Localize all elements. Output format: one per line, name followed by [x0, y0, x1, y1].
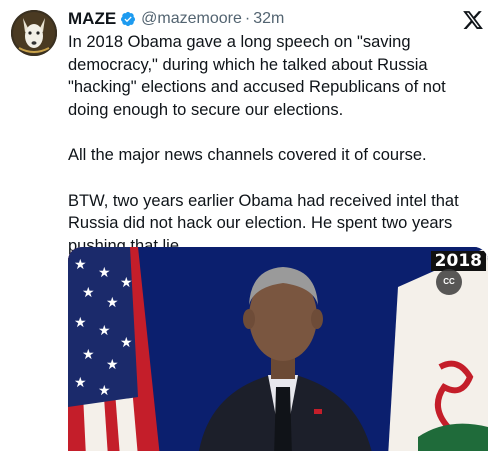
svg-text:★: ★ — [82, 347, 95, 363]
separator-dot: · — [244, 10, 251, 27]
svg-text:★: ★ — [74, 315, 87, 331]
author-handle[interactable]: @mazemoore — [141, 10, 242, 28]
tweet-paragraph: In 2018 Obama gave a long speech on "sav… — [68, 33, 451, 119]
svg-text:★: ★ — [98, 265, 111, 281]
tweet-text: In 2018 Obama gave a long speech on "sav… — [68, 31, 488, 280]
svg-text:★: ★ — [120, 335, 133, 351]
closed-captions-button[interactable]: CC — [436, 269, 462, 295]
author-avatar[interactable] — [11, 10, 57, 56]
tweet-timestamp[interactable]: 32m — [253, 10, 284, 28]
video-thumbnail: ★ ★★ ★★ ★ ★★ ★★ ★ ★ — [68, 247, 488, 451]
author-display-name[interactable]: MAZE — [68, 9, 116, 29]
dog-face-avatar-icon — [11, 10, 57, 56]
year-badge: 2018 — [430, 251, 486, 271]
tweet-video[interactable]: ★ ★ ★ ★ ★ ★ ★ ★ ★ ★ ★ ★ 2018 CC — [68, 247, 488, 451]
svg-text:★: ★ — [98, 383, 111, 399]
svg-text:★: ★ — [74, 257, 87, 273]
verified-badge-icon — [121, 11, 136, 27]
svg-text:★: ★ — [82, 285, 95, 301]
svg-text:★: ★ — [74, 375, 87, 391]
tweet-paragraph: All the major news channels covered it o… — [68, 146, 427, 164]
svg-text:★: ★ — [98, 323, 111, 339]
svg-text:★: ★ — [120, 275, 133, 291]
tweet-header: MAZE @mazemoore · 32m — [68, 7, 284, 31]
svg-text:★: ★ — [106, 357, 119, 373]
x-logo-icon[interactable] — [462, 9, 484, 31]
tweet-card[interactable]: MAZE @mazemoore · 32m In 2018 Obama gave… — [0, 0, 500, 451]
svg-text:★: ★ — [106, 295, 119, 311]
